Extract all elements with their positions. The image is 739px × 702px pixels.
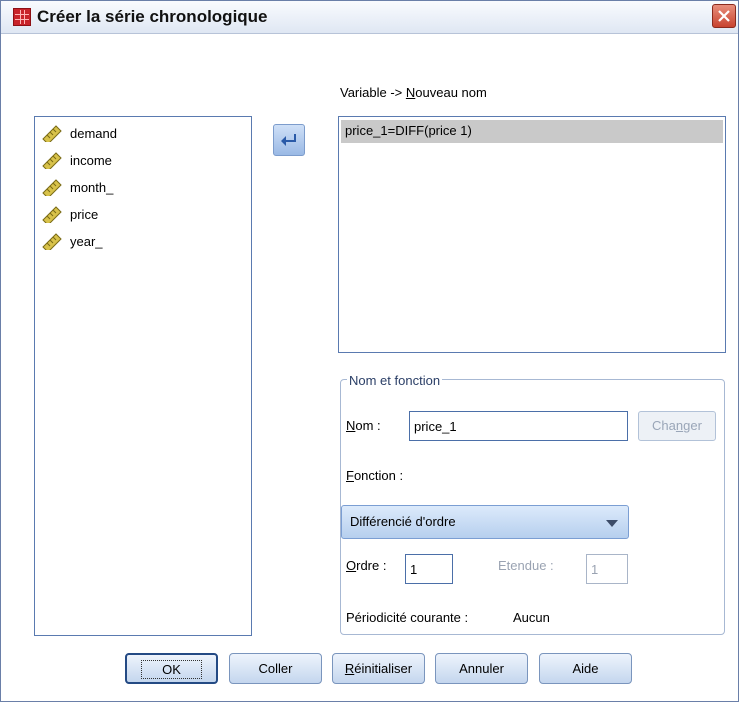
ruler-scale-icon	[42, 233, 62, 250]
change-button[interactable]: Changer	[638, 411, 716, 441]
group-legend: Nom et fonction	[347, 373, 443, 388]
move-variable-button[interactable]	[273, 124, 305, 156]
ok-button[interactable]: OK	[125, 653, 218, 684]
span-input: 1	[586, 554, 628, 584]
ruler-scale-icon	[42, 152, 62, 169]
name-label-mnemonic: N	[346, 418, 356, 433]
ruler-scale-icon	[42, 125, 62, 142]
change-label-post: ger	[683, 418, 702, 433]
order-label-rest: rdre :	[356, 558, 387, 573]
help-button[interactable]: Aide	[539, 653, 632, 684]
name-input-value: price_1	[414, 419, 457, 434]
function-label-mnemonic: F	[346, 468, 354, 483]
list-item-label: demand	[70, 125, 117, 141]
function-label: Fonction :	[346, 468, 403, 483]
span-label: Etendue :	[498, 558, 554, 573]
cancel-label: Annuler	[459, 661, 504, 676]
list-item[interactable]: income	[41, 150, 112, 170]
mapping-header-rest: ouveau nom	[415, 85, 487, 100]
arrow-left-icon	[281, 134, 296, 146]
reset-button[interactable]: Réinitialiser	[332, 653, 425, 684]
name-label-rest: om :	[355, 418, 381, 433]
order-input[interactable]: 1	[405, 554, 453, 584]
list-item-label: income	[70, 152, 112, 168]
list-item[interactable]: price_1=DIFF(price 1)	[341, 120, 723, 143]
help-label: Aide	[572, 661, 599, 676]
paste-label: Coller	[258, 661, 293, 676]
list-item-label: year_	[70, 233, 103, 249]
mapping-header: Variable -> Nouveau nom	[340, 85, 487, 100]
function-select-value: Différencié d'ordre	[350, 514, 456, 529]
dialog-window: Créer la série chronologique demand incom…	[0, 0, 739, 702]
cancel-button[interactable]: Annuler	[435, 653, 528, 684]
window-title: Créer la série chronologique	[37, 7, 268, 26]
close-icon	[718, 10, 730, 22]
periodicity-value: Aucun	[513, 610, 550, 625]
list-item-label: month_	[70, 179, 114, 195]
ruler-scale-icon	[42, 179, 62, 196]
close-button[interactable]	[712, 4, 736, 28]
mapping-header-mnemonic: N	[405, 85, 416, 100]
title-bar: Créer la série chronologique	[1, 1, 738, 34]
order-label-mnemonic: O	[346, 558, 357, 573]
list-item-label: price	[70, 206, 99, 222]
span-input-value: 1	[591, 562, 599, 577]
table-app-icon	[13, 8, 31, 26]
periodicity-label: Périodicité courante :	[346, 610, 469, 625]
order-label: Ordre :	[346, 558, 386, 573]
list-item[interactable]: price	[41, 204, 98, 224]
reset-label-rest: éinitialiser	[354, 661, 413, 676]
change-label-pre: Cha	[652, 418, 676, 433]
list-item[interactable]: month_	[41, 177, 113, 197]
reset-label-mnemonic: R	[344, 661, 355, 676]
name-input[interactable]: price_1	[409, 411, 628, 441]
chevron-down-icon	[606, 520, 618, 527]
list-item[interactable]: year_	[41, 231, 103, 251]
list-item[interactable]: demand	[41, 123, 117, 143]
function-select[interactable]: Différencié d'ordre	[341, 505, 629, 539]
function-label-rest: onction :	[353, 468, 404, 483]
ruler-scale-icon	[42, 206, 62, 223]
name-label: Nom :	[346, 418, 381, 433]
variable-newname-list[interactable]: price_1=DIFF(price 1)	[338, 116, 726, 353]
ok-label: OK	[141, 660, 202, 679]
order-input-value: 1	[410, 562, 418, 577]
mapping-header-prefix: Variable ->	[340, 85, 406, 100]
paste-button[interactable]: Coller	[229, 653, 322, 684]
list-item-label: price_1=DIFF(price 1)	[345, 123, 472, 138]
source-variable-list[interactable]: demand income month_price year_	[34, 116, 252, 636]
